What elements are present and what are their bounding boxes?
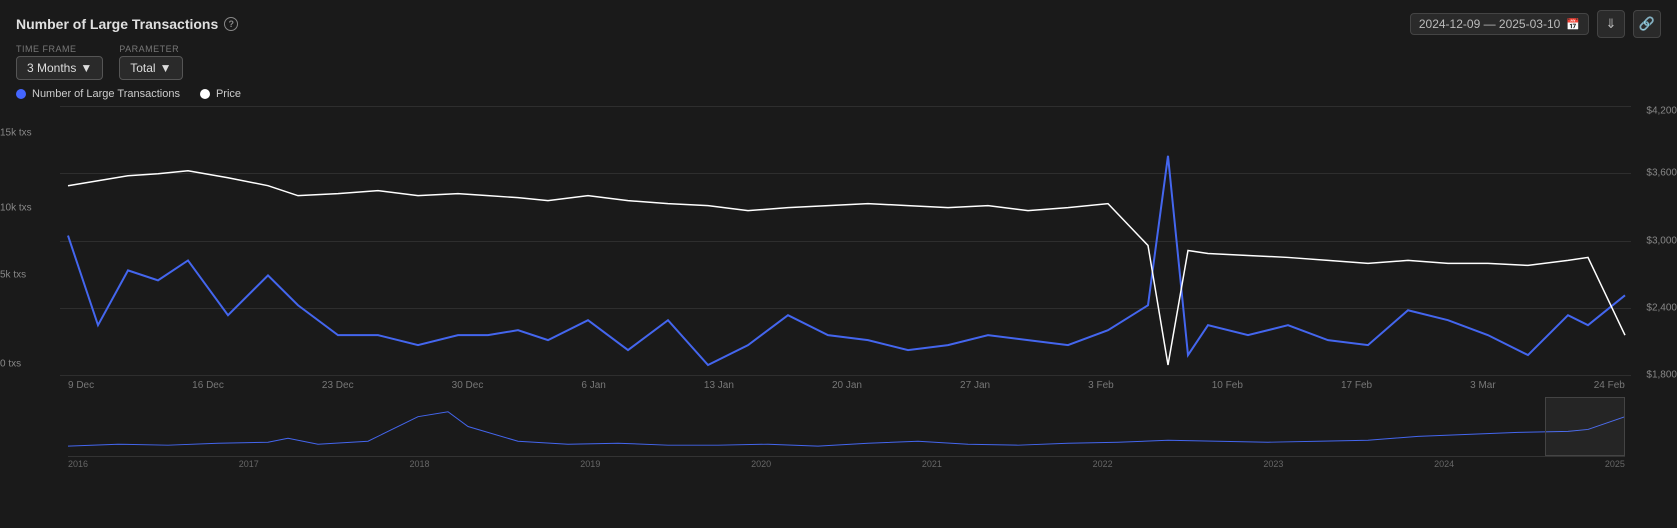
y-label-4200: $4,200 [1646, 106, 1677, 117]
legend-label-transactions: Number of Large Transactions [32, 88, 180, 100]
mini-x-axis: 2016 2017 2018 2019 2020 2021 2022 2023 … [68, 457, 1625, 471]
y-label-0: 0 txs [0, 359, 21, 370]
main-container: Number of Large Transactions ? 2024-12-0… [0, 0, 1677, 528]
x-label-20jan: 20 Jan [832, 380, 862, 391]
mini-x-2020: 2020 [751, 459, 771, 469]
share-button[interactable]: 🔗 [1633, 10, 1661, 38]
mini-chart [68, 397, 1625, 457]
mini-x-2016: 2016 [68, 459, 88, 469]
x-label-3mar: 3 Mar [1470, 380, 1496, 391]
controls: TIME FRAME 3 Months ▼ PARAMETER Total ▼ [0, 44, 1677, 86]
legend-item-transactions: Number of Large Transactions [16, 88, 180, 100]
mini-chart-svg [68, 397, 1625, 456]
x-label-9dec: 9 Dec [68, 380, 94, 391]
time-frame-group: TIME FRAME 3 Months ▼ [16, 44, 103, 80]
time-frame-label: TIME FRAME [16, 44, 103, 54]
mini-transactions-line [68, 412, 1625, 446]
calendar-icon: 📅 [1566, 18, 1580, 31]
date-range[interactable]: 2024-12-09 — 2025-03-10 📅 [1410, 13, 1589, 35]
y-label-2400: $2,400 [1646, 302, 1677, 313]
mini-x-2023: 2023 [1263, 459, 1283, 469]
y-label-3000: $3,000 [1646, 235, 1677, 246]
x-label-30dec: 30 Dec [452, 380, 484, 391]
chart-area: 15k txs 10k txs 5k txs 0 txs $4,200 $3,6… [0, 106, 1677, 528]
chart-svg [68, 106, 1625, 375]
mini-x-2017: 2017 [239, 459, 259, 469]
main-chart: 15k txs 10k txs 5k txs 0 txs $4,200 $3,6… [68, 106, 1625, 376]
chart-title: Number of Large Transactions [16, 16, 218, 32]
title-area: Number of Large Transactions ? [16, 16, 238, 32]
y-label-15k: 15k txs [0, 127, 32, 138]
header-right: 2024-12-09 — 2025-03-10 📅 ⇓ 🔗 [1410, 10, 1661, 38]
x-label-3feb: 3 Feb [1088, 380, 1114, 391]
transactions-line [68, 156, 1625, 365]
date-range-text: 2024-12-09 — 2025-03-10 [1419, 17, 1560, 31]
x-label-16dec: 16 Dec [192, 380, 224, 391]
download-button[interactable]: ⇓ [1597, 10, 1625, 38]
mini-x-2022: 2022 [1093, 459, 1113, 469]
mini-x-2024: 2024 [1434, 459, 1454, 469]
x-label-27jan: 27 Jan [960, 380, 990, 391]
y-label-1800: $1,800 [1646, 370, 1677, 381]
x-label-10feb: 10 Feb [1212, 380, 1243, 391]
parameter-group: PARAMETER Total ▼ [119, 44, 182, 80]
mini-chart-selection[interactable] [1545, 397, 1625, 456]
y-label-10k: 10k txs [0, 203, 32, 214]
time-frame-dropdown[interactable]: 3 Months ▼ [16, 56, 103, 80]
x-label-17feb: 17 Feb [1341, 380, 1372, 391]
mini-x-2018: 2018 [410, 459, 430, 469]
legend-dot-transactions [16, 89, 26, 99]
chevron-down-icon: ▼ [160, 61, 172, 75]
legend-label-price: Price [216, 88, 241, 100]
y-label-5k: 5k txs [0, 270, 26, 281]
x-label-6jan: 6 Jan [581, 380, 605, 391]
info-icon[interactable]: ? [224, 17, 238, 31]
mini-x-2021: 2021 [922, 459, 942, 469]
legend: Number of Large Transactions Price [0, 86, 1677, 106]
x-label-24feb: 24 Feb [1594, 380, 1625, 391]
x-label-13jan: 13 Jan [704, 380, 734, 391]
legend-item-price: Price [200, 88, 241, 100]
parameter-label: PARAMETER [119, 44, 182, 54]
x-axis: 9 Dec 16 Dec 23 Dec 30 Dec 6 Jan 13 Jan … [68, 376, 1625, 395]
legend-dot-price [200, 89, 210, 99]
x-label-23dec: 23 Dec [322, 380, 354, 391]
price-line [68, 171, 1625, 365]
y-label-3600: $3,600 [1646, 168, 1677, 179]
chevron-down-icon: ▼ [80, 61, 92, 75]
header: Number of Large Transactions ? 2024-12-0… [0, 0, 1677, 44]
parameter-dropdown[interactable]: Total ▼ [119, 56, 182, 80]
mini-x-2019: 2019 [580, 459, 600, 469]
